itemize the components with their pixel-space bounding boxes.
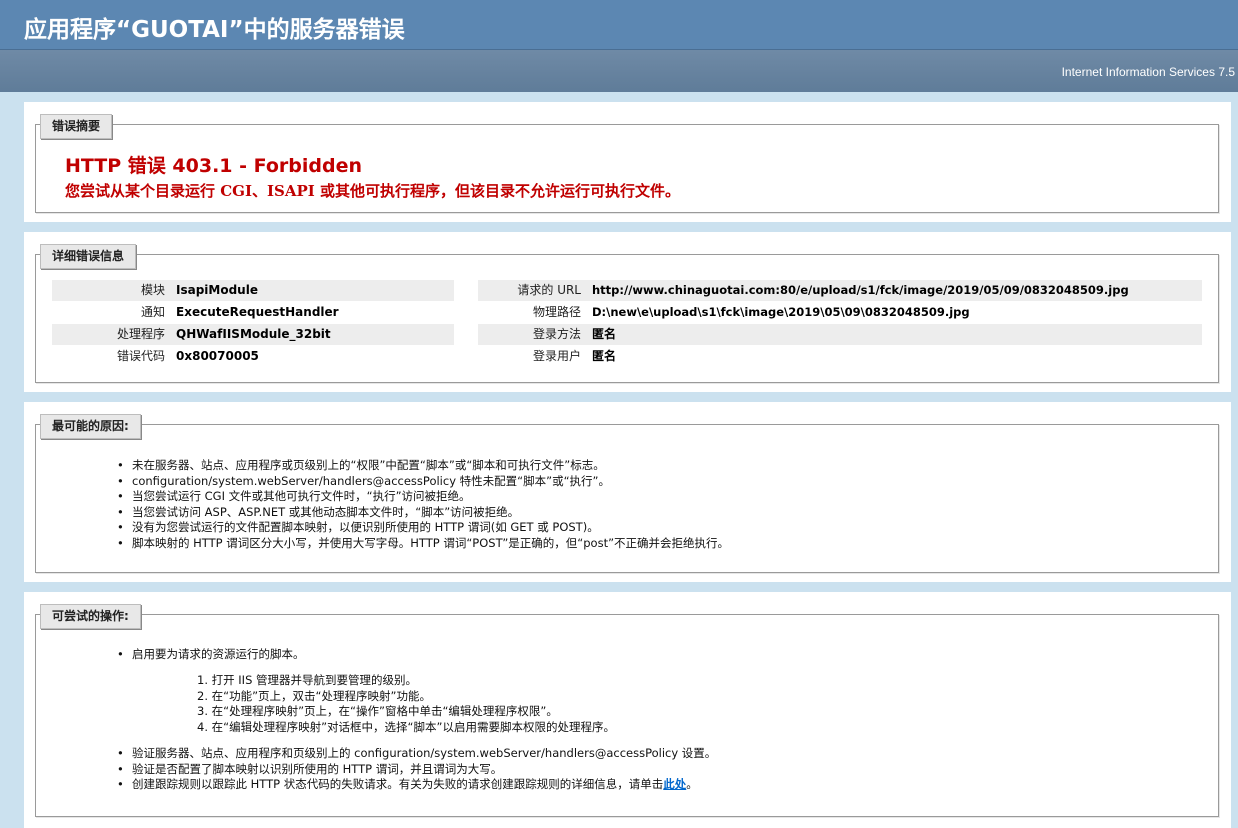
causes-legend: 最可能的原因:	[40, 414, 141, 439]
step-item: 3. 在“处理程序映射”页上，在“操作”窗格中单击“编辑处理程序权限”。	[197, 704, 558, 718]
trace-text: 创建跟踪规则以跟踪此 HTTP 状态代码的失败请求。有关为失败的请求创建跟踪规则…	[132, 777, 664, 791]
list-item: 未在服务器、站点、应用程序或页级别上的“权限”中配置“脚本”或“脚本和可执行文件…	[117, 458, 729, 474]
error-description: 您尝试从某个目录运行 CGI、ISAPI 或其他可执行程序，但该目录不允许运行可…	[65, 182, 680, 200]
click-here-link[interactable]: 此处	[663, 777, 686, 791]
actions-more-list: 验证服务器、站点、应用程序和页级别上的 configuration/system…	[117, 746, 716, 793]
detail-label: 通知	[140, 305, 165, 319]
server-name: Internet Information Services 7.5	[1061, 65, 1235, 79]
detail-value: 0x80070005	[176, 349, 259, 363]
detail-value: 匿名	[592, 349, 617, 363]
summary-legend: 错误摘要	[40, 114, 113, 139]
causes-list: 未在服务器、站点、应用程序或页级别上的“权限”中配置“脚本”或“脚本和可执行文件…	[117, 458, 729, 552]
detail-label: 物理路径	[532, 305, 581, 319]
list-item: configuration/system.webServer/handlers@…	[117, 474, 729, 490]
summary-panel: HTTP 错误 403.1 - Forbidden 您尝试从某个目录运行 CGI…	[24, 102, 1231, 222]
list-item: 启用要为请求的资源运行的脚本。	[117, 647, 304, 663]
detail-value: 匿名	[592, 327, 617, 341]
detail-label: 错误代码	[116, 349, 165, 363]
actions-legend: 可尝试的操作:	[40, 604, 141, 629]
detail-row-notification: 通知 ExecuteRequestHandler	[52, 302, 454, 323]
detail-value: IsapiModule	[176, 283, 258, 297]
detail-row-error-code: 错误代码 0x80070005	[52, 346, 454, 367]
list-item: 验证服务器、站点、应用程序和页级别上的 configuration/system…	[117, 746, 716, 762]
list-item: 验证是否配置了脚本映射以识别所使用的 HTTP 谓词，并且谓词为大写。	[117, 762, 716, 778]
list-item: 当您尝试运行 CGI 文件或其他可执行文件时，“执行”访问被拒绝。	[117, 489, 729, 505]
detail-row-request-url: 请求的 URL http://www.chinaguotai.com:80/e/u…	[478, 280, 1202, 301]
detail-label: 登录方法	[532, 327, 581, 341]
actions-steps: 1. 打开 IIS 管理器并导航到要管理的级别。 2. 在“功能”页上，双击“处…	[197, 673, 615, 735]
step-item: 2. 在“功能”页上，双击“处理程序映射”功能。	[197, 688, 431, 703]
detail-row-module: 模块 IsapiModule	[52, 280, 454, 301]
error-title: HTTP 错误 403.1 - Forbidden	[65, 155, 362, 177]
step-item: 4. 在“编辑处理程序映射”对话框中，选择“脚本”以启用需要脚本权限的处理程序。	[197, 719, 615, 734]
detail-label: 处理程序	[116, 327, 165, 341]
list-item: 当您尝试访问 ASP、ASP.NET 或其他动态脚本文件时，“脚本”访问被拒绝。	[117, 505, 729, 521]
list-item: 没有为您尝试运行的文件配置脚本映射，以便识别所使用的 HTTP 谓词(如 GET…	[117, 520, 729, 536]
actions-panel: 可尝试的操作: 启用要为请求的资源运行的脚本。 1. 打开 IIS 管理器并导航…	[24, 592, 1231, 828]
causes-panel: 最可能的原因: 未在服务器、站点、应用程序或页级别上的“权限”中配置“脚本”或“…	[24, 402, 1231, 582]
detail-value: QHWafIISModule_32bit	[176, 327, 331, 341]
page-header: 应用程序“GUOTAI”中的服务器错误	[0, 0, 1238, 50]
request-url-value: http://www.chinaguotai.com:80/e/upload/s…	[592, 283, 1129, 297]
detail-row-logon-method: 登录方法 匿名	[478, 324, 1202, 345]
actions-first-list: 启用要为请求的资源运行的脚本。	[117, 647, 304, 663]
step-item: 1. 打开 IIS 管理器并导航到要管理的级别。	[197, 673, 418, 687]
details-legend: 详细错误信息	[40, 244, 137, 269]
details-panel: 详细错误信息 模块 IsapiModule 通知 ExecuteRequestHan…	[24, 232, 1231, 392]
detail-row-handler: 处理程序 QHWafIISModule_32bit	[52, 324, 454, 345]
trace-suffix: 。	[686, 777, 698, 791]
summary-box: HTTP 错误 403.1 - Forbidden 您尝试从某个目录运行 CGI…	[35, 124, 1219, 213]
detail-row-physical-path: 物理路径 D:\new\e\upload\s1\fck\image\2019\05…	[478, 302, 1202, 323]
list-item: 脚本映射的 HTTP 谓词区分大小写，并使用大写字母。HTTP 谓词“POST”…	[117, 536, 729, 552]
detail-row-logon-user: 登录用户 匿名	[478, 346, 1202, 367]
detail-label: 登录用户	[532, 349, 581, 363]
physical-path-value: D:\new\e\upload\s1\fck\image\2019\05\09\…	[592, 305, 970, 319]
detail-value: ExecuteRequestHandler	[176, 305, 339, 319]
detail-label: 模块	[140, 283, 165, 297]
server-banner: Internet Information Services 7.5	[0, 50, 1238, 92]
page-title: 应用程序“GUOTAI”中的服务器错误	[24, 17, 405, 43]
detail-label: 请求的 URL	[517, 283, 581, 297]
list-item-trace: 创建跟踪规则以跟踪此 HTTP 状态代码的失败请求。有关为失败的请求创建跟踪规则…	[117, 777, 716, 793]
